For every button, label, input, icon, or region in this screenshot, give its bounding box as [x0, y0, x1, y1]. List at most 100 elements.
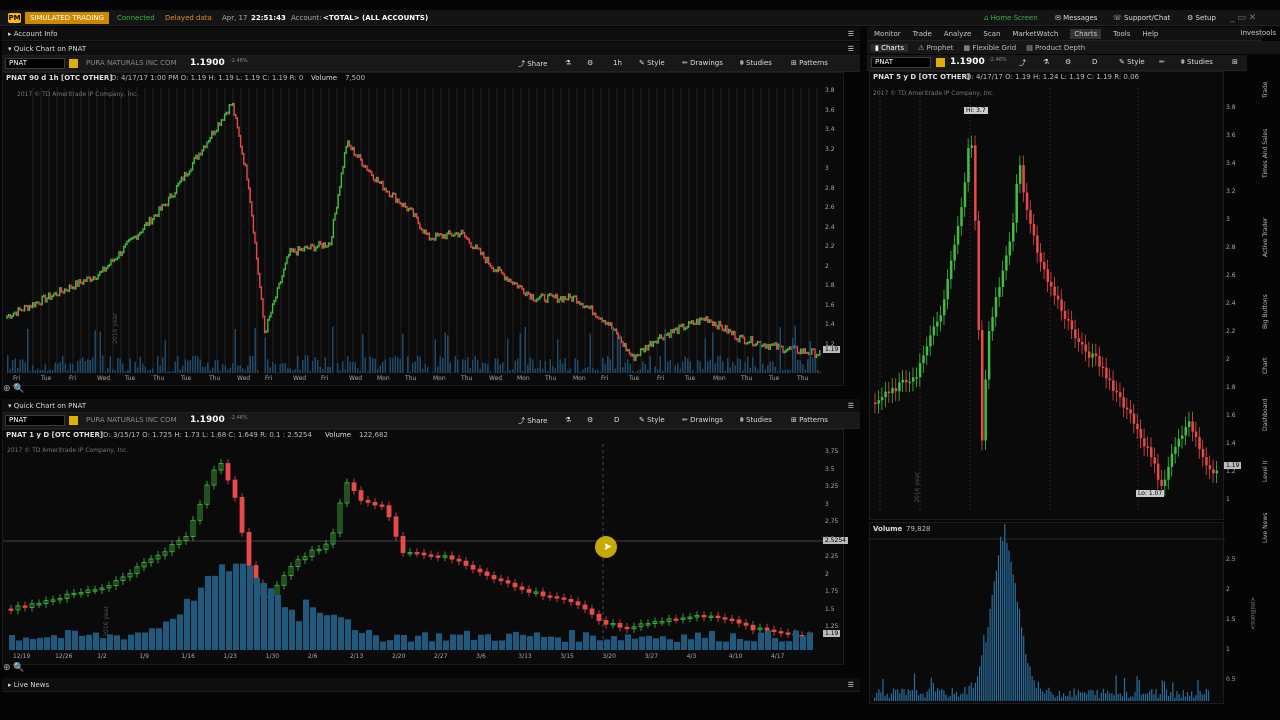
volume-bar — [504, 371, 506, 373]
quick-chart-2-header[interactable]: ▾ Quick Chart on PNAT ☰ — [2, 399, 860, 413]
right-volume-chart[interactable]: Volume 79,828 — [869, 522, 1225, 704]
symbol-link-icon[interactable] — [69, 59, 78, 68]
subtab-prophet[interactable]: ⚠ Prophet — [918, 44, 954, 52]
settings-icon[interactable]: ⚙ — [587, 59, 593, 67]
studies-button[interactable]: ⩩ Studies — [1181, 58, 1213, 67]
window-controls[interactable]: _ ▭ ✕ — [1230, 12, 1256, 24]
candle — [1001, 270, 1005, 288]
price-tick: 3 — [1226, 216, 1230, 223]
menu-icon[interactable]: ☰ — [848, 678, 854, 692]
side-tab-big-buttons[interactable]: Big Buttons — [1262, 279, 1278, 344]
volume-bar — [179, 369, 181, 373]
volume-bar — [274, 364, 276, 373]
symbol-link-icon[interactable] — [936, 58, 945, 67]
menu-trade[interactable]: Trade — [913, 30, 932, 38]
side-tab-dashboard[interactable]: Dashboard — [1262, 387, 1278, 442]
support-chat-button[interactable]: ☏ Support/Chat — [1113, 12, 1170, 24]
volume-bar — [1039, 688, 1042, 701]
menu-monitor[interactable]: Monitor — [874, 30, 901, 38]
volume-bar — [901, 688, 903, 701]
home-screen-button[interactable]: ⌂ Home Screen — [984, 12, 1038, 24]
side-tab-times-and-sales[interactable]: Times And Sales — [1262, 111, 1278, 196]
studies-button[interactable]: ⩩ Studies — [740, 59, 772, 68]
symbol-input[interactable]: PNAT — [871, 57, 931, 68]
volume-bar — [1163, 681, 1165, 701]
symbol-input[interactable]: PNAT — [5, 415, 65, 426]
drawings-button[interactable]: ✏ Drawings — [682, 416, 723, 424]
collapse-icon: ▾ — [8, 402, 14, 410]
time-tick: 4/17 — [770, 653, 785, 660]
menu-scan[interactable]: Scan — [983, 30, 1000, 38]
drawings-button[interactable]: ✏ Drawings — [682, 59, 723, 67]
chart-1-area[interactable]: PNAT 90 d 1h [OTC OTHER] D: 4/17/17 1:00… — [2, 72, 844, 386]
volume-bar — [888, 697, 890, 701]
volume-bar — [1067, 695, 1069, 701]
studies-button[interactable]: ⩩ Studies — [740, 416, 772, 425]
candle — [1208, 465, 1212, 470]
settings-icon[interactable]: ⚙ — [587, 416, 593, 424]
side-tab-chart[interactable]: Chart — [1262, 348, 1278, 383]
zoom-controls-1[interactable]: ⊕ 🔍 — [3, 384, 25, 394]
chart-2-area[interactable]: PNAT 1 y D [OTC OTHER] D: 3/15/17 O: 1.7… — [2, 429, 848, 665]
volume-bar — [592, 367, 594, 373]
account-selector[interactable]: <TOTAL> (ALL ACCOUNTS) — [323, 12, 428, 24]
side-tab-active-trader[interactable]: Active Trader — [1262, 200, 1278, 275]
volume-bar — [997, 555, 1000, 701]
menu-analyze[interactable]: Analyze — [944, 30, 972, 38]
patterns-button[interactable]: ⊞ Patterns — [791, 59, 828, 67]
live-news-header[interactable]: ▸ Live News ☰ — [2, 678, 860, 692]
side-tab-live-news[interactable]: Live News — [1262, 500, 1278, 555]
patterns-icon[interactable]: ⊞ — [1232, 58, 1238, 66]
patterns-button[interactable]: ⊞ Patterns — [791, 416, 828, 424]
flask-icon[interactable]: ⚗ — [1043, 58, 1049, 66]
volume-bar — [934, 691, 937, 701]
messages-button[interactable]: ✉ Messages — [1055, 12, 1097, 24]
share-button[interactable]: ⤴ Share — [518, 59, 547, 69]
candle — [960, 207, 963, 227]
volume-bar — [1044, 693, 1046, 701]
symbol-link-icon[interactable] — [69, 416, 78, 425]
account-info-header[interactable]: ▸ Account Info ☰ — [2, 27, 860, 41]
menu-icon[interactable]: ☰ — [848, 399, 854, 413]
menu-tools[interactable]: Tools — [1113, 30, 1130, 38]
quick-chart-1-header[interactable]: ▾ Quick Chart on PNAT ☰ — [2, 42, 860, 56]
flask-icon[interactable]: ⚗ — [565, 59, 571, 67]
style-button[interactable]: ✎ Style — [1119, 58, 1145, 66]
volume-bar — [554, 368, 556, 373]
flask-icon[interactable]: ⚗ — [565, 416, 571, 424]
volume-bar — [779, 641, 785, 650]
symbol-input[interactable]: PNAT — [5, 58, 65, 69]
menu-help[interactable]: Help — [1142, 30, 1158, 38]
zoom-controls-2[interactable]: ⊕ 🔍 — [3, 663, 25, 673]
menu-marketwatch[interactable]: MarketWatch — [1012, 30, 1058, 38]
side-tab-trade[interactable]: Trade — [1262, 72, 1278, 107]
subtab-charts[interactable]: ▮ Charts — [871, 43, 908, 52]
side-tab-level-ii[interactable]: Level II — [1262, 446, 1278, 496]
chart-1-last-price-marker: 1.19 — [823, 346, 841, 353]
subtab-product-depth[interactable]: ▤ Product Depth — [1026, 44, 1085, 52]
volume-bar — [9, 369, 11, 373]
volume-bar — [559, 359, 561, 373]
volume-bar — [14, 358, 16, 373]
period-selector[interactable]: D — [614, 416, 619, 424]
volume-bar — [287, 368, 289, 373]
period-selector[interactable]: 1h — [613, 59, 622, 67]
share-icon[interactable]: ⤴ — [1019, 58, 1026, 68]
menu-charts[interactable]: Charts — [1070, 29, 1102, 39]
investools-link[interactable]: Investools — [1241, 29, 1277, 37]
drawing-pencil-icon[interactable]: ✏ — [1159, 58, 1165, 66]
candle — [946, 279, 949, 300]
style-button[interactable]: ✎ Style — [639, 416, 665, 424]
menu-icon[interactable]: ☰ — [848, 27, 854, 41]
share-button[interactable]: ⤴ Share — [518, 416, 547, 426]
menu-icon[interactable]: ☰ — [848, 42, 854, 56]
volume-bar — [352, 362, 354, 373]
right-price-chart[interactable]: PNAT 5 y D [OTC OTHER] D: 4/17/17 O: 1.1… — [869, 71, 1224, 520]
period-selector[interactable]: D — [1092, 58, 1097, 66]
volume-bar — [587, 366, 589, 373]
style-button[interactable]: ✎ Style — [639, 59, 665, 67]
settings-icon[interactable]: ⚙ — [1065, 58, 1071, 66]
candle — [987, 331, 991, 380]
subtab-flexible-grid[interactable]: ▦ Flexible Grid — [964, 44, 1017, 52]
setup-button[interactable]: ⚙ Setup — [1187, 12, 1216, 24]
